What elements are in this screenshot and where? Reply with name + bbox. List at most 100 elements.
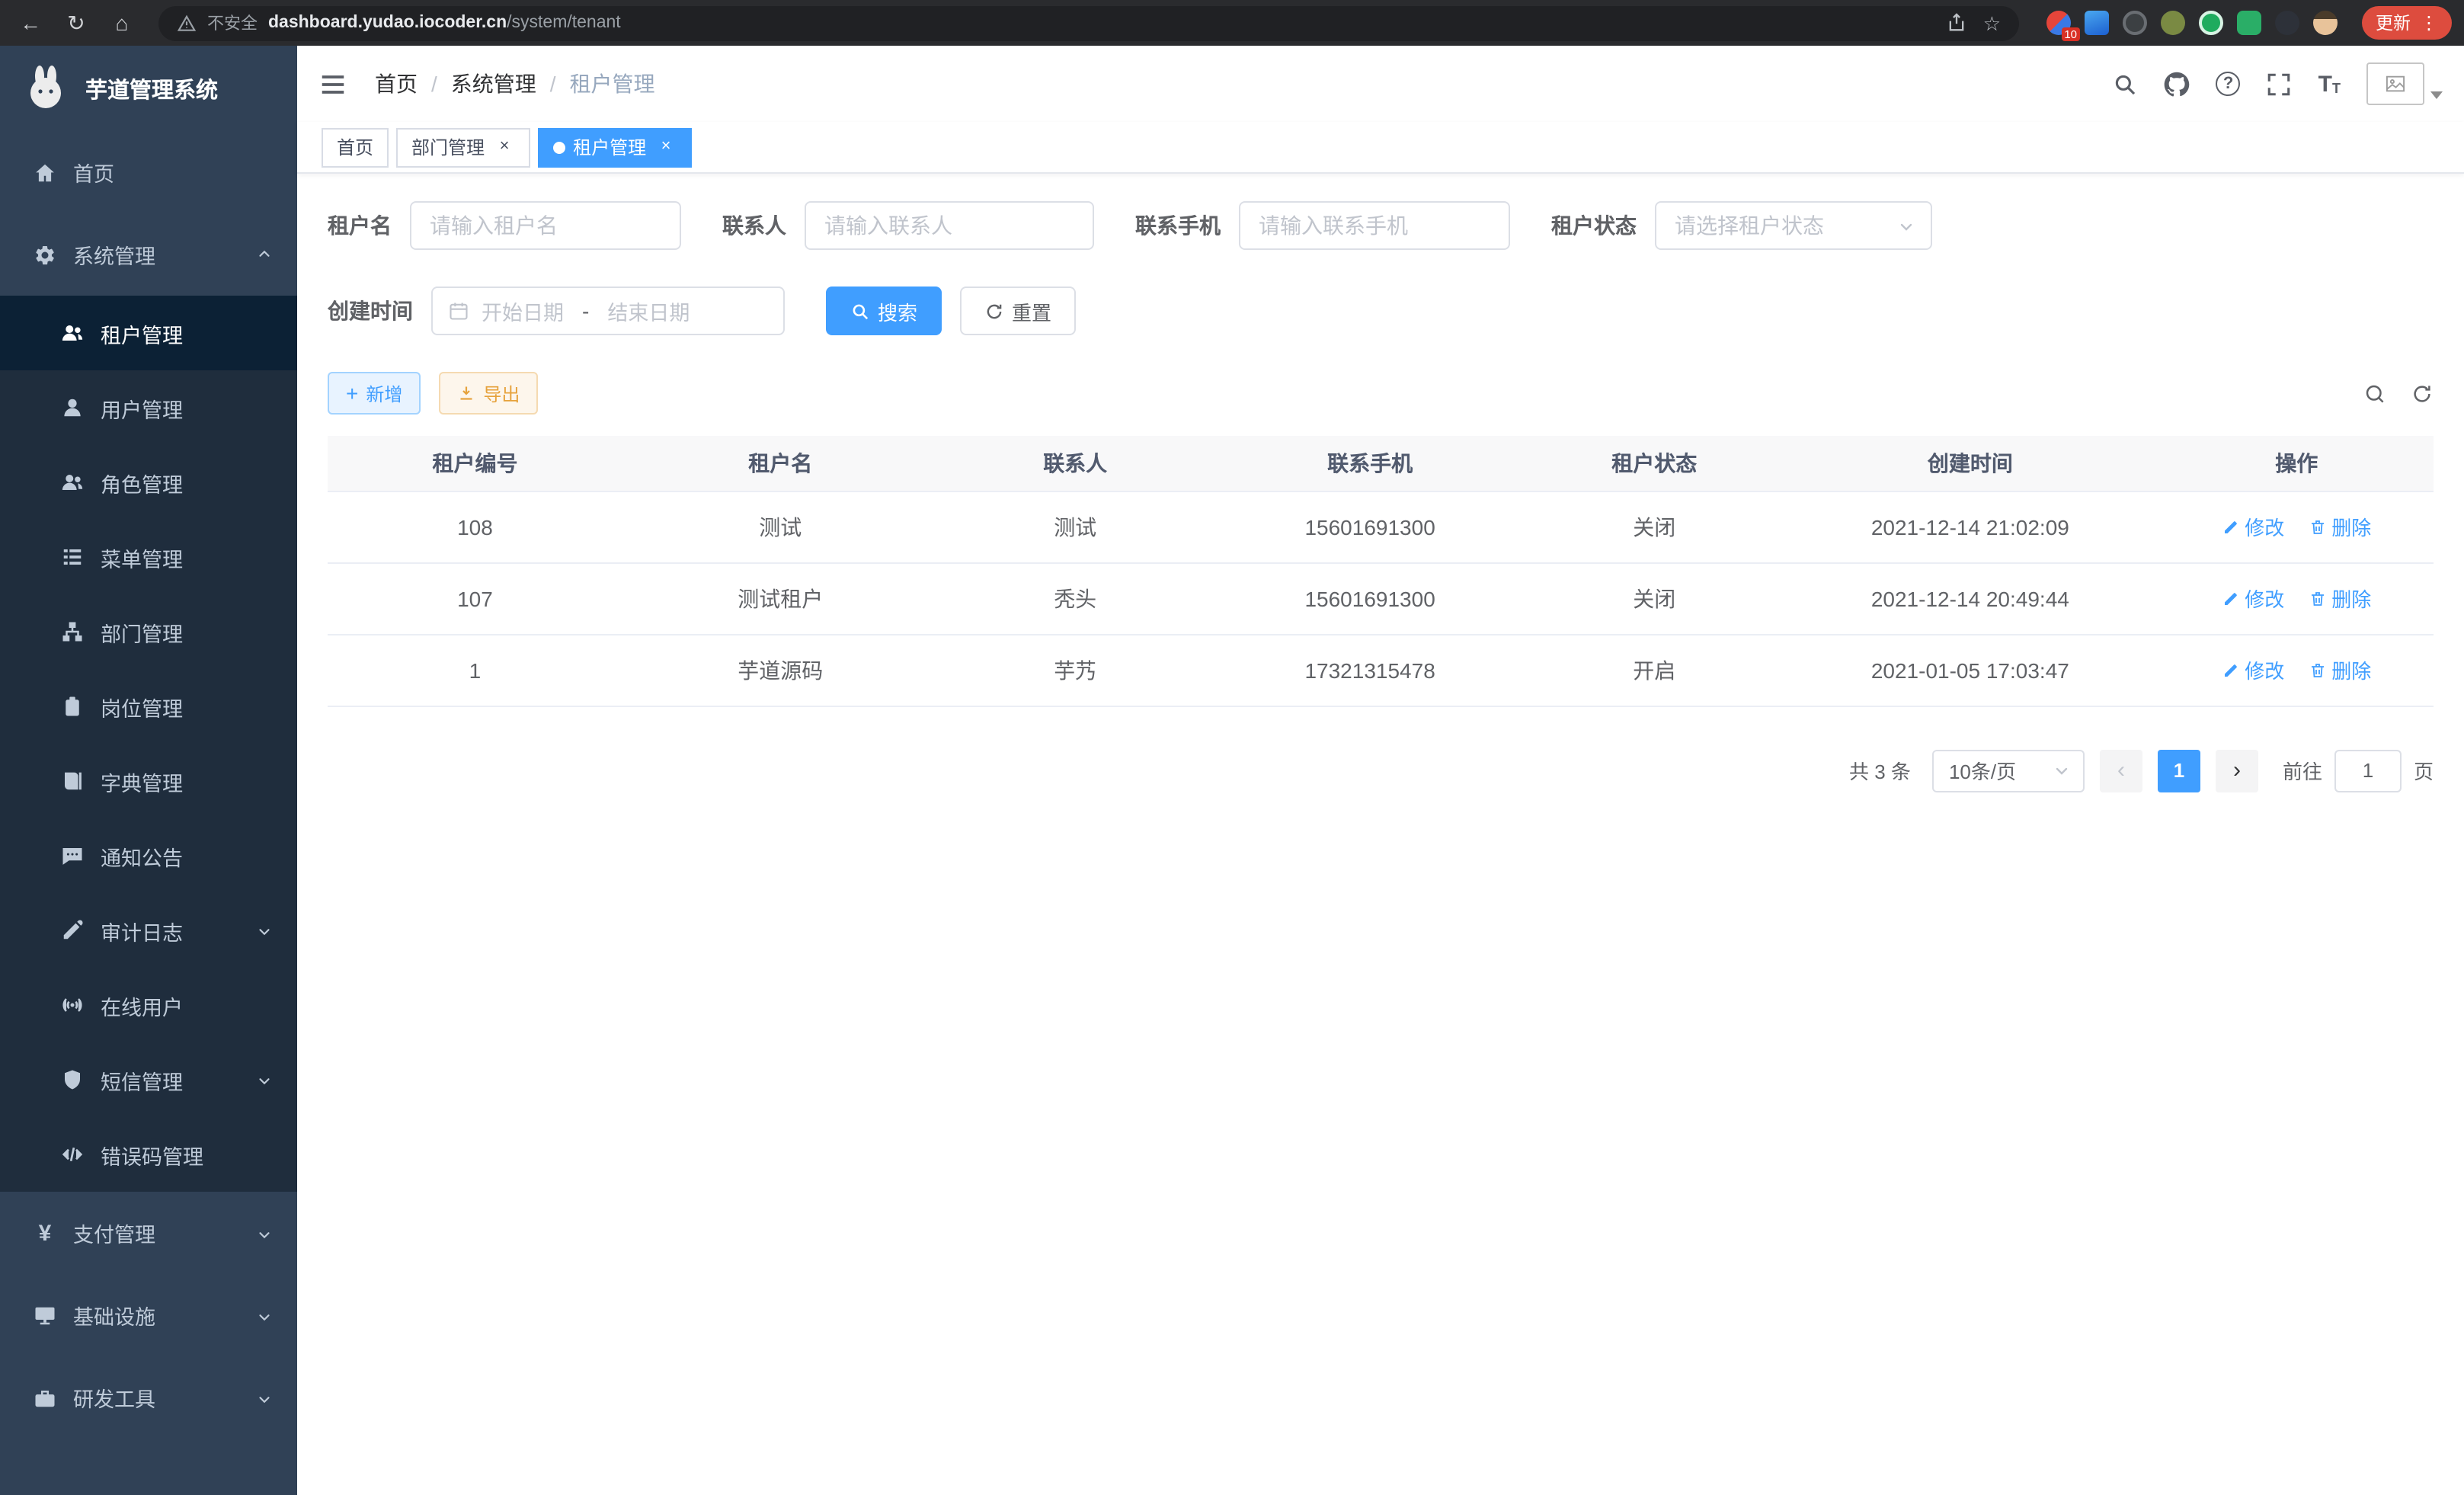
share-icon[interactable] <box>1947 12 1968 34</box>
sidebar-item-menu[interactable]: 菜单管理 <box>0 520 297 594</box>
sidebar-item-sms[interactable]: 短信管理 <box>0 1042 297 1117</box>
menu-dots-icon[interactable]: ⋮ <box>2420 12 2438 34</box>
book-icon <box>61 770 84 792</box>
sidebar-item-label: 支付管理 <box>73 1218 155 1248</box>
broadcast-icon <box>61 994 84 1016</box>
tenant-name-input[interactable] <box>411 213 680 238</box>
next-page-button[interactable]: › <box>2216 749 2258 792</box>
close-icon[interactable]: × <box>655 136 677 158</box>
user-avatar[interactable] <box>2366 62 2443 105</box>
main-area: 首页 / 系统管理 / 租户管理 ? TT <box>297 46 2464 1495</box>
chat-bubble-icon <box>61 844 84 867</box>
extension-icon-4[interactable] <box>2161 11 2185 35</box>
table-row: 107 测试租户 秃头 15601691300 关闭 2021-12-14 20… <box>328 562 2434 634</box>
sidebar-item-label: 审计日志 <box>101 915 183 946</box>
breadcrumb: 首页 / 系统管理 / 租户管理 <box>375 69 655 99</box>
github-icon[interactable] <box>2165 71 2190 97</box>
chrome-update-button[interactable]: 更新 ⋮ <box>2362 6 2452 40</box>
phone-input[interactable] <box>1240 213 1509 238</box>
sidebar-item-label: 岗位管理 <box>101 691 183 722</box>
sidebar-item-home[interactable]: 首页 <box>0 131 297 213</box>
cell-actions: 修改删除 <box>2160 491 2434 562</box>
security-warning-icon[interactable] <box>177 13 197 33</box>
fullscreen-icon[interactable] <box>2267 71 2293 97</box>
contact-input[interactable] <box>806 213 1093 238</box>
url-text[interactable]: dashboard.yudao.iocoder.cn/system/tenant <box>268 14 1936 32</box>
help-icon[interactable]: ? <box>2216 72 2241 96</box>
sidebar-item-infrastructure[interactable]: 基础设施 <box>0 1274 297 1356</box>
breadcrumb-system[interactable]: 系统管理 <box>451 69 536 99</box>
sidebar-item-label: 首页 <box>73 157 114 187</box>
extension-icon-7[interactable] <box>2275 11 2299 35</box>
search-icon[interactable] <box>2113 71 2139 97</box>
sidebar-item-error-code[interactable]: 错误码管理 <box>0 1117 297 1192</box>
edit-link[interactable]: 修改 <box>2222 655 2284 684</box>
edit-link[interactable]: 修改 <box>2222 584 2284 613</box>
refresh-icon[interactable] <box>2411 382 2434 405</box>
sidebar-item-audit-log[interactable]: 审计日志 <box>0 893 297 968</box>
page-size-select[interactable]: 10条/页 <box>1932 749 2085 792</box>
sidebar-item-notice[interactable]: 通知公告 <box>0 818 297 893</box>
table-header-row: 租户编号 租户名 联系人 联系手机 租户状态 创建时间 操作 <box>328 436 2434 491</box>
page-number-1[interactable]: 1 <box>2158 749 2200 792</box>
goto-label: 前往 <box>2283 756 2322 785</box>
edit-link[interactable]: 修改 <box>2222 512 2284 541</box>
search-button-label: 搜索 <box>878 296 917 325</box>
sidebar-item-payment[interactable]: ¥ 支付管理 <box>0 1192 297 1274</box>
create-time-label: 创建时间 <box>328 296 413 326</box>
filter-row-2: 创建时间 开始日期 - 结束日期 搜索 重置 <box>328 287 2434 335</box>
extension-icon-5[interactable] <box>2199 11 2223 35</box>
top-navbar: 首页 / 系统管理 / 租户管理 ? TT <box>297 46 2464 122</box>
delete-link[interactable]: 删除 <box>2309 655 2371 684</box>
cell-id: 108 <box>328 491 622 562</box>
sidebar-item-user[interactable]: 用户管理 <box>0 370 297 445</box>
extension-icon-1[interactable]: 10 <box>2046 11 2071 35</box>
hide-search-icon[interactable] <box>2363 382 2386 405</box>
sidebar-item-online-users[interactable]: 在线用户 <box>0 968 297 1042</box>
extension-icon-6[interactable] <box>2237 11 2261 35</box>
app-logo[interactable]: 芋道管理系统 <box>0 46 297 131</box>
tab-tenant[interactable]: 租户管理 × <box>538 127 692 167</box>
sidebar-item-label: 字典管理 <box>101 766 183 796</box>
address-bar[interactable]: 不安全 dashboard.yudao.iocoder.cn/system/te… <box>158 5 2019 40</box>
reload-icon[interactable]: ↻ <box>58 5 94 41</box>
goto-page-input[interactable] <box>2334 749 2402 792</box>
tab-dept[interactable]: 部门管理 × <box>396 127 530 167</box>
sidebar-item-post[interactable]: 岗位管理 <box>0 669 297 744</box>
column-header: 租户编号 <box>328 436 622 491</box>
sidebar-item-label: 研发工具 <box>73 1382 155 1413</box>
prev-page-button[interactable]: ‹ <box>2100 749 2142 792</box>
sidebar-item-dict[interactable]: 字典管理 <box>0 744 297 818</box>
extension-icon-2[interactable] <box>2085 11 2109 35</box>
breadcrumb-home[interactable]: 首页 <box>375 69 418 99</box>
back-icon[interactable]: ← <box>12 5 49 41</box>
tab-home[interactable]: 首页 <box>322 127 389 167</box>
sidebar-item-label: 部门管理 <box>101 616 183 647</box>
sidebar-item-tenant[interactable]: 租户管理 <box>0 296 297 370</box>
sidebar-item-label: 在线用户 <box>101 990 183 1020</box>
delete-link[interactable]: 删除 <box>2309 512 2371 541</box>
add-button[interactable]: + 新增 <box>328 372 421 415</box>
sidebar-item-dept[interactable]: 部门管理 <box>0 594 297 669</box>
sidebar-item-system[interactable]: 系统管理 <box>0 213 297 296</box>
cell-actions: 修改删除 <box>2160 634 2434 706</box>
status-select[interactable]: 请选择租户状态 <box>1655 201 1932 250</box>
home-icon[interactable]: ⌂ <box>104 5 140 41</box>
security-label[interactable]: 不安全 <box>207 11 258 35</box>
search-button[interactable]: 搜索 <box>826 287 942 335</box>
tenant-table: 租户编号 租户名 联系人 联系手机 租户状态 创建时间 操作 108 测试 <box>328 436 2434 706</box>
extensions-tray: 10 <box>2046 11 2338 35</box>
extension-icon-3[interactable] <box>2123 11 2147 35</box>
close-icon[interactable]: × <box>494 136 515 158</box>
date-range-picker[interactable]: 开始日期 - 结束日期 <box>431 287 785 335</box>
export-button[interactable]: 导出 <box>439 372 538 415</box>
chevron-down-icon <box>1897 216 1915 235</box>
bookmark-star-icon[interactable]: ☆ <box>1983 13 2001 33</box>
sidebar-collapse-icon[interactable] <box>318 69 347 98</box>
sidebar-item-role[interactable]: 角色管理 <box>0 445 297 520</box>
profile-avatar-icon[interactable] <box>2313 11 2338 35</box>
delete-link[interactable]: 删除 <box>2309 584 2371 613</box>
reset-button[interactable]: 重置 <box>960 287 1076 335</box>
font-size-icon[interactable]: TT <box>2318 72 2341 95</box>
sidebar-item-dev-tools[interactable]: 研发工具 <box>0 1356 297 1439</box>
